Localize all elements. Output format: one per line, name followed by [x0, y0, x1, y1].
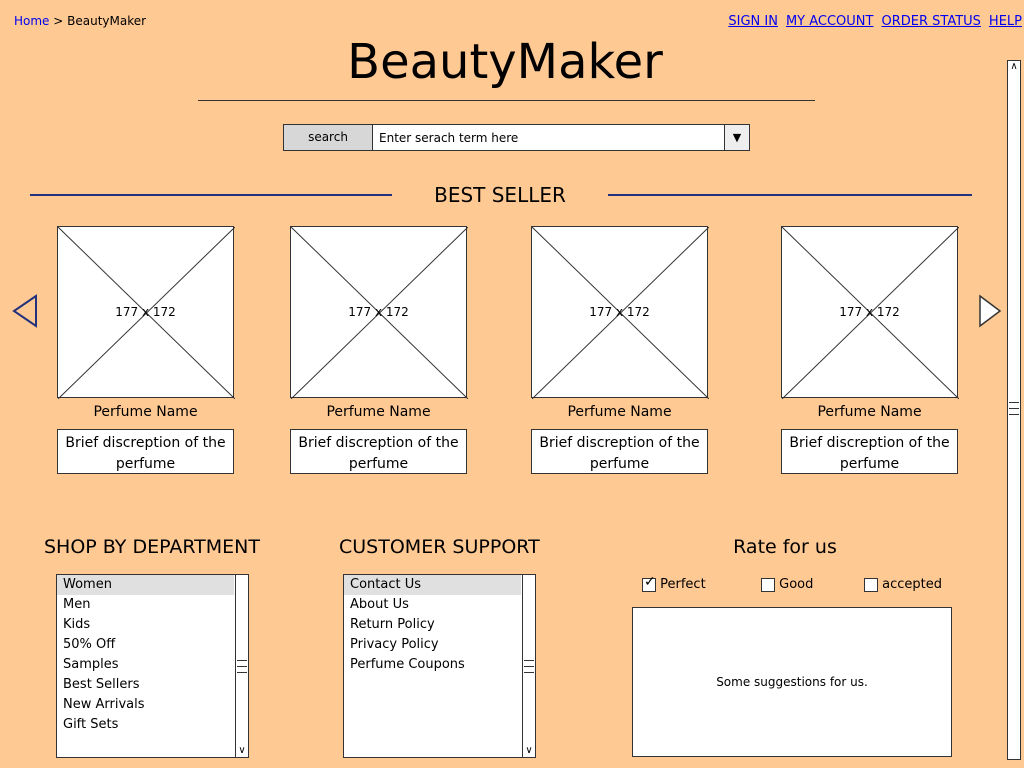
search-dropdown-icon[interactable]: ▼ [724, 125, 749, 150]
product-description: Brief discreption of the perfume [290, 429, 467, 474]
suggestions-textarea[interactable]: Some suggestions for us. [632, 607, 952, 757]
search-input[interactable] [373, 125, 724, 150]
search-button[interactable]: search [284, 125, 373, 150]
product-image-placeholder[interactable]: 177 x 172 [57, 226, 235, 399]
support-list-scrollbar[interactable]: ∨ [522, 575, 535, 757]
scroll-down-icon[interactable]: ∨ [236, 745, 248, 757]
rate-option-good[interactable]: Good [761, 577, 813, 592]
support-item-return-policy[interactable]: Return Policy [344, 615, 521, 635]
suggestions-text: Some suggestions for us. [716, 675, 868, 689]
perfect-label: Perfect [660, 577, 706, 592]
best-seller-title: BEST SELLER [434, 183, 566, 207]
department-item-women[interactable]: Women [57, 575, 234, 595]
support-item-perfume-coupons[interactable]: Perfume Coupons [344, 655, 521, 675]
my-account-link[interactable]: MY ACCOUNT [786, 14, 874, 29]
rate-option-perfect[interactable]: Perfect [642, 574, 706, 592]
order-status-link[interactable]: ORDER STATUS [881, 14, 980, 29]
title-underline [198, 100, 815, 101]
image-size-label: 177 x 172 [839, 305, 900, 319]
perfect-checkbox[interactable] [642, 574, 656, 592]
scroll-down-icon[interactable]: ∨ [523, 745, 535, 757]
carousel-prev-icon[interactable] [10, 294, 40, 328]
product-description: Brief discreption of the perfume [531, 429, 708, 474]
image-size-label: 177 x 172 [348, 305, 409, 319]
support-item-contact-us[interactable]: Contact Us [344, 575, 521, 595]
image-size-label: 177 x 172 [589, 305, 650, 319]
support-item-about-us[interactable]: About Us [344, 595, 521, 615]
breadcrumb-separator: > [53, 14, 64, 28]
accepted-label: accepted [882, 577, 942, 592]
scrollbar-grip[interactable] [524, 657, 534, 675]
image-size-label: 177 x 172 [115, 305, 176, 319]
rate-option-accepted[interactable]: accepted [864, 577, 942, 592]
shop-by-department-heading: SHOP BY DEPARTMENT [44, 536, 260, 558]
department-list-scrollbar[interactable]: ∨ [235, 575, 248, 757]
site-title: BeautyMaker [347, 34, 663, 90]
page-scrollbar[interactable]: ∧ [1007, 60, 1021, 760]
top-nav: SIGN IN MY ACCOUNT ORDER STATUS HELP [728, 14, 1022, 29]
department-item-men[interactable]: Men [57, 595, 234, 615]
department-item-gift-sets[interactable]: Gift Sets [57, 715, 234, 735]
department-item-samples[interactable]: Samples [57, 655, 234, 675]
page-scrollbar-grip[interactable] [1009, 399, 1019, 419]
breadcrumb-current: BeautyMaker [67, 14, 147, 28]
product-name[interactable]: Perfume Name [531, 404, 708, 420]
department-item-50-off[interactable]: 50% Off [57, 635, 234, 655]
support-list[interactable]: Contact Us About Us Return Policy Privac… [343, 574, 536, 758]
product-image-placeholder[interactable]: 177 x 172 [290, 226, 468, 399]
best-seller-rule-right [608, 194, 972, 196]
product-image-placeholder[interactable]: 177 x 172 [781, 226, 959, 399]
scrollbar-grip[interactable] [237, 657, 247, 675]
accepted-checkbox[interactable] [864, 577, 878, 592]
product-name[interactable]: Perfume Name [290, 404, 467, 420]
support-item-privacy-policy[interactable]: Privacy Policy [344, 635, 521, 655]
carousel-next-icon[interactable] [976, 294, 1006, 328]
department-item-kids[interactable]: Kids [57, 615, 234, 635]
customer-support-heading: CUSTOMER SUPPORT [339, 536, 540, 558]
search-bar: search ▼ [283, 124, 750, 151]
product-image-placeholder[interactable]: 177 x 172 [531, 226, 709, 399]
help-link[interactable]: HELP [989, 14, 1022, 29]
product-name[interactable]: Perfume Name [781, 404, 958, 420]
best-seller-rule-left [30, 194, 392, 196]
good-checkbox[interactable] [761, 577, 775, 592]
product-description: Brief discreption of the perfume [57, 429, 234, 474]
scroll-up-icon[interactable]: ∧ [1008, 61, 1020, 72]
breadcrumb-home-link[interactable]: Home [14, 14, 49, 28]
department-list[interactable]: Women Men Kids 50% Off Samples Best Sell… [56, 574, 249, 758]
product-name[interactable]: Perfume Name [57, 404, 234, 420]
product-description: Brief discreption of the perfume [781, 429, 958, 474]
department-item-best-sellers[interactable]: Best Sellers [57, 675, 234, 695]
breadcrumb: Home > BeautyMaker [14, 14, 146, 28]
sign-in-link[interactable]: SIGN IN [728, 14, 778, 29]
good-label: Good [779, 577, 814, 592]
department-item-new-arrivals[interactable]: New Arrivals [57, 695, 234, 715]
rate-heading: Rate for us [733, 536, 837, 558]
